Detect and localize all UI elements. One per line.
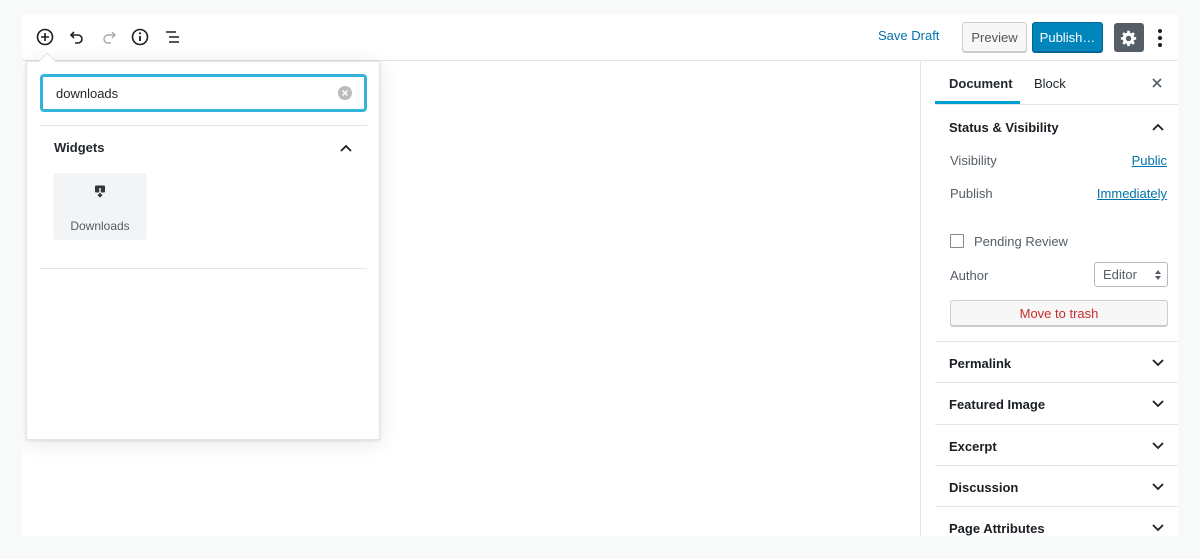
chevron-down-icon[interactable] <box>1149 478 1167 496</box>
divider <box>935 465 1178 466</box>
more-vertical-icon <box>1158 29 1162 47</box>
editor-frame: Save Draft Preview Publish… Widgets <box>22 14 1178 536</box>
divider <box>40 125 367 126</box>
publish-date-link[interactable]: Immediately <box>1097 186 1167 201</box>
block-search-input[interactable] <box>42 76 365 110</box>
publish-button[interactable]: Publish… <box>1032 22 1103 52</box>
visibility-link[interactable]: Public <box>1132 153 1167 168</box>
chevron-up-icon[interactable] <box>336 138 356 158</box>
chevron-up-icon[interactable] <box>1149 118 1167 136</box>
section-permalink[interactable]: Permalink <box>949 356 1011 371</box>
tab-document[interactable]: Document <box>949 76 1013 91</box>
pending-review-label[interactable]: Pending Review <box>974 234 1068 249</box>
sidebar-tabs: Document Block <box>935 61 1178 105</box>
tab-block[interactable]: Block <box>1034 76 1066 91</box>
divider <box>935 382 1178 383</box>
publish-label: Publish <box>950 186 993 201</box>
section-featured-image[interactable]: Featured Image <box>949 397 1045 412</box>
visibility-label: Visibility <box>950 153 997 168</box>
outline-icon[interactable] <box>160 25 184 49</box>
divider <box>935 424 1178 425</box>
close-icon[interactable] <box>1149 75 1165 91</box>
block-inserter-popover: Widgets Downloads <box>26 52 380 440</box>
chevron-down-icon[interactable] <box>1149 395 1167 413</box>
pending-review-checkbox[interactable] <box>950 234 964 248</box>
widgets-panel-title[interactable]: Widgets <box>54 140 104 155</box>
move-to-trash-button[interactable]: Move to trash <box>950 300 1168 326</box>
block-item-label: Downloads <box>70 219 130 233</box>
gear-icon <box>1120 30 1137 46</box>
chevron-down-icon[interactable] <box>1149 354 1167 372</box>
section-page-attributes[interactable]: Page Attributes <box>949 521 1045 536</box>
status-visibility-title[interactable]: Status & Visibility <box>949 120 1059 135</box>
active-tab-indicator <box>935 101 1020 104</box>
section-discussion[interactable]: Discussion <box>949 480 1018 495</box>
settings-sidebar: Document Block Status & Visibility Visib… <box>920 61 1178 536</box>
download-icon <box>92 184 108 200</box>
redo-icon[interactable] <box>97 25 121 49</box>
block-item-downloads[interactable]: Downloads <box>53 173 147 240</box>
info-icon[interactable] <box>128 25 152 49</box>
editor-toolbar: Save Draft Preview Publish… <box>22 14 1178 61</box>
chevron-down-icon[interactable] <box>1149 437 1167 455</box>
chevron-down-icon[interactable] <box>1149 519 1167 536</box>
undo-icon[interactable] <box>65 25 89 49</box>
divider <box>935 506 1178 507</box>
preview-button[interactable]: Preview <box>962 22 1027 52</box>
block-search-field <box>40 74 367 112</box>
add-block-icon[interactable] <box>33 25 57 49</box>
save-draft-button[interactable]: Save Draft <box>878 28 939 43</box>
author-select-value: Editor <box>1103 267 1137 282</box>
more-menu-button[interactable] <box>1150 24 1170 52</box>
settings-button[interactable] <box>1114 23 1144 52</box>
author-select[interactable]: Editor <box>1094 262 1168 287</box>
divider <box>40 268 367 269</box>
clear-search-icon[interactable] <box>338 86 352 100</box>
author-label: Author <box>950 268 989 283</box>
select-arrows-icon <box>1155 270 1161 280</box>
divider <box>935 341 1178 342</box>
section-excerpt[interactable]: Excerpt <box>949 439 997 454</box>
